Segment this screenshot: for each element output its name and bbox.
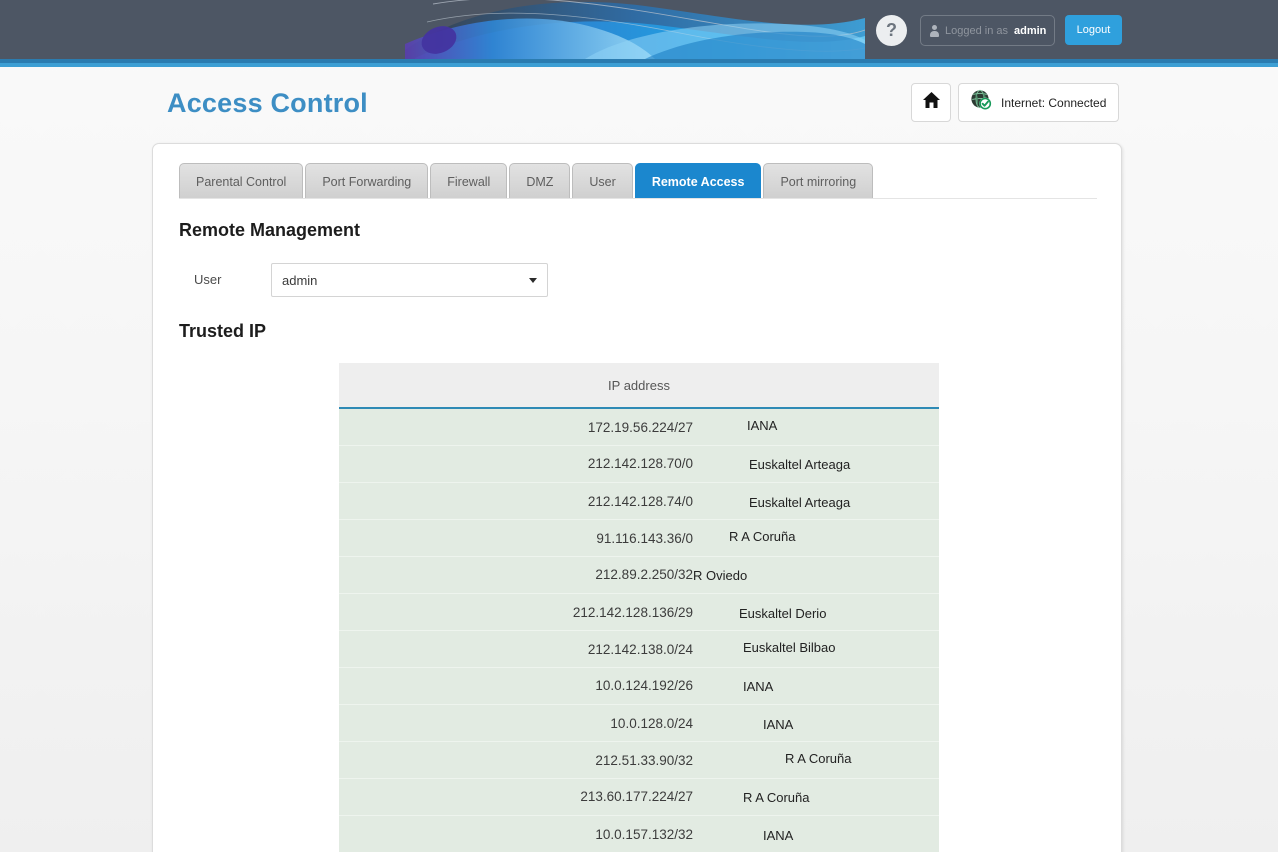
tab-dmz[interactable]: DMZ — [509, 163, 571, 199]
table-row[interactable]: 10.0.128.0/24 IANA — [339, 705, 939, 742]
ip-org-cell: IANA — [763, 717, 794, 732]
ip-address-cell: 212.142.128.74/0 — [587, 494, 693, 509]
tab-remote-access[interactable]: Remote Access — [634, 163, 762, 199]
content-panel: Parental Control Port Forwarding Firewal… — [152, 143, 1122, 852]
table-row[interactable]: 212.142.128.74/0 Euskaltel Arteaga — [339, 483, 939, 520]
table-row[interactable]: 213.60.177.224/27 R A Coruña — [339, 779, 939, 816]
internet-status-button[interactable]: Internet: Connected — [958, 83, 1120, 122]
tab-parental-control[interactable]: Parental Control — [179, 163, 304, 199]
ip-org-cell: R A Coruña — [729, 529, 796, 544]
table-row[interactable]: 10.0.124.192/26 IANA — [339, 668, 939, 705]
help-icon[interactable]: ? — [876, 15, 907, 46]
tab-user[interactable]: User — [572, 163, 633, 199]
home-button[interactable] — [911, 83, 951, 122]
ip-org-cell: Euskaltel Derio — [739, 606, 827, 621]
ip-org-cell: IANA — [743, 679, 774, 694]
ip-address-cell: 213.60.177.224/27 — [580, 789, 693, 804]
tab-port-forwarding[interactable]: Port Forwarding — [305, 163, 429, 199]
home-icon — [922, 91, 941, 114]
logged-in-username: admin — [1014, 24, 1047, 37]
column-header-ip-address: IP address — [608, 377, 670, 393]
ip-address-cell: 172.19.56.224/27 — [587, 420, 693, 435]
ip-address-cell: 10.0.128.0/24 — [610, 716, 693, 731]
logged-in-indicator: Logged in as admin — [920, 15, 1055, 46]
table-row[interactable]: 172.19.56.224/27 IANA — [339, 409, 939, 446]
tab-firewall[interactable]: Firewall — [430, 163, 508, 199]
tab-bar-underline — [179, 198, 1097, 199]
banner-swoosh-graphic — [405, 0, 865, 59]
table-row[interactable]: 212.142.128.136/29 Euskaltel Derio — [339, 594, 939, 631]
internet-status-label: Internet: Connected — [1001, 95, 1107, 110]
ip-org-cell: Euskaltel Arteaga — [749, 495, 851, 510]
user-select-value: admin — [282, 272, 318, 288]
trusted-ip-table-header: IP address — [339, 363, 939, 409]
tab-port-mirroring[interactable]: Port mirroring — [763, 163, 874, 199]
ip-org-cell: Euskaltel Bilbao — [743, 640, 836, 655]
remote-management-heading: Remote Management — [179, 220, 361, 240]
ip-org-cell: Euskaltel Arteaga — [749, 457, 851, 472]
table-row[interactable]: 91.116.143.36/0 R A Coruña — [339, 520, 939, 557]
ip-org-cell: R A Coruña — [743, 790, 810, 805]
user-icon — [930, 24, 939, 37]
trusted-ip-table: IP address 172.19.56.224/27 IANA 212.142.1… — [339, 363, 939, 852]
ip-address-cell: 212.51.33.90/32 — [595, 753, 693, 768]
trusted-ip-table-body: 172.19.56.224/27 IANA 212.142.128.70/0 Eusk… — [339, 409, 939, 852]
header-accent-stripe-light — [0, 63, 1278, 67]
logged-in-label: Logged in as — [945, 24, 1008, 37]
logout-button[interactable]: Logout — [1065, 15, 1122, 45]
page-title: Access Control — [167, 88, 368, 118]
ip-address-cell: 212.142.128.136/29 — [572, 605, 693, 620]
ip-address-cell: 212.89.2.250/32 — [595, 567, 693, 582]
table-row[interactable]: 212.89.2.250/32 R Oviedo — [339, 557, 939, 594]
ip-org-cell: R A Coruña — [785, 751, 852, 766]
ip-org-cell: R Oviedo — [693, 568, 748, 583]
ip-address-cell: 91.116.143.36/0 — [596, 531, 693, 546]
ip-address-cell: 212.142.138.0/24 — [587, 642, 693, 657]
tab-bar: Parental Control Port Forwarding Firewal… — [179, 163, 875, 199]
chevron-down-icon — [529, 277, 537, 283]
table-row[interactable]: 212.142.138.0/24 Euskaltel Bilbao — [339, 631, 939, 668]
ip-address-cell: 212.142.128.70/0 — [587, 456, 693, 471]
ip-address-cell: 10.0.124.192/26 — [595, 678, 693, 693]
ip-address-cell: 10.0.157.132/32 — [595, 827, 693, 842]
table-row[interactable]: 10.0.157.132/32 IANA — [339, 816, 939, 852]
user-field-label: User — [194, 272, 222, 287]
table-row[interactable]: 212.142.128.70/0 Euskaltel Arteaga — [339, 446, 939, 483]
trusted-ip-heading: Trusted IP — [179, 321, 267, 341]
user-select[interactable]: admin — [271, 263, 548, 297]
globe-check-icon — [969, 88, 993, 117]
ip-org-cell: IANA — [763, 828, 794, 843]
ip-org-cell: IANA — [747, 418, 778, 433]
table-row[interactable]: 212.51.33.90/32 R A Coruña — [339, 742, 939, 779]
